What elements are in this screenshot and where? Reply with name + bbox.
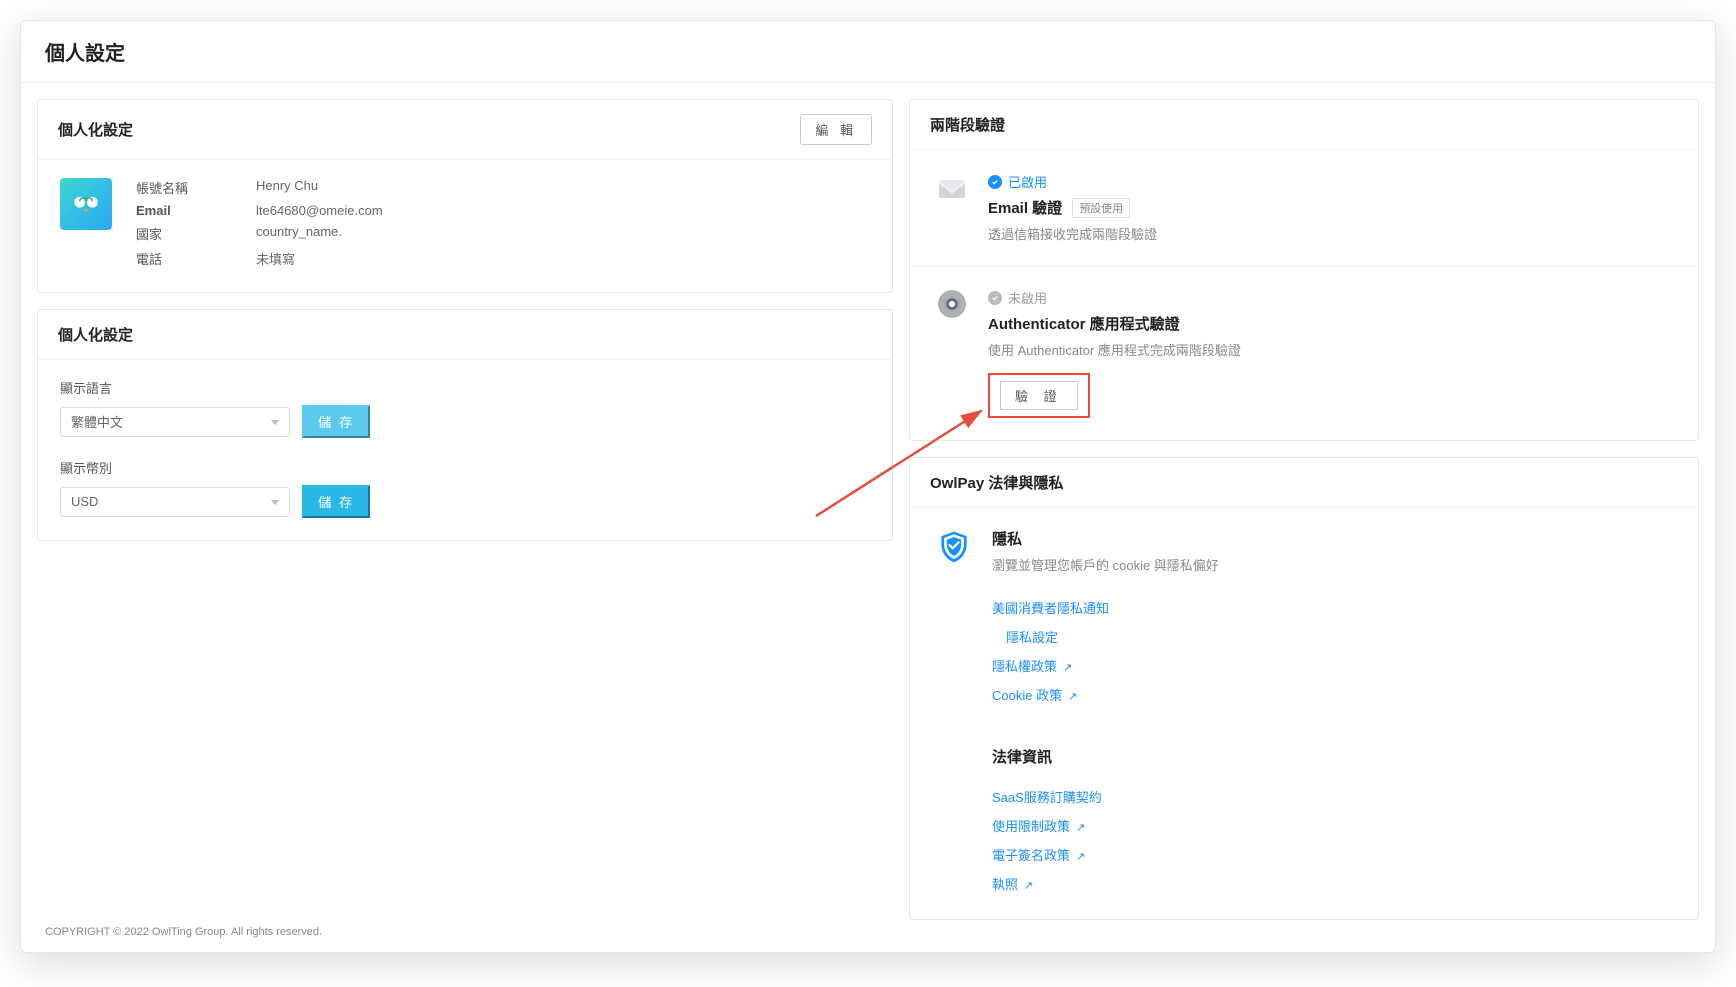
link-privacy-policy[interactable]: 隱私權政策↗ [992, 656, 1672, 675]
authenticator-icon [936, 288, 968, 320]
language-label: 顯示語言 [60, 378, 870, 397]
value-account-name: Henry Chu [256, 178, 318, 197]
currency-select[interactable]: USD [60, 487, 290, 517]
currency-label: 顯示幣別 [60, 458, 870, 477]
value-email: lte64680@omeie.com [256, 203, 383, 218]
save-currency-button[interactable]: 儲 存 [302, 485, 370, 518]
label-phone: 電話 [136, 249, 216, 268]
legal-privacy-card: OwlPay 法律與隱私 隱私 瀏覽並管理您帳戶的 cookie 與隱私偏好 美… [909, 457, 1699, 920]
external-link-icon: ↗ [1068, 691, 1077, 703]
page-title: 個人設定 [45, 37, 1691, 66]
privacy-desc: 瀏覽並管理您帳戶的 cookie 與隱私偏好 [992, 555, 1219, 574]
personal-card-title: 個人化設定 [58, 119, 133, 140]
twofa-email-item: 已啟用 Email 驗證 預設使用 透過信箱接收完成兩階段驗證 [910, 150, 1698, 266]
check-circle-icon [988, 291, 1002, 305]
shield-check-icon [936, 528, 972, 564]
check-circle-icon [988, 175, 1002, 189]
personal-info-card: 個人化設定 編 輯 [37, 99, 893, 293]
label-email: Email [136, 203, 216, 218]
save-language-button[interactable]: 儲 存 [302, 405, 370, 438]
legal-info-heading: 法律資訊 [992, 746, 1672, 767]
external-link-icon: ↗ [1024, 880, 1033, 892]
legal-card-title: OwlPay 法律與隱私 [930, 472, 1063, 493]
link-esign-policy[interactable]: 電子簽名政策↗ [992, 845, 1672, 864]
external-link-icon: ↗ [1076, 822, 1085, 834]
link-cookie-policy[interactable]: Cookie 政策↗ [992, 685, 1672, 704]
twofa-authenticator-desc: 使用 Authenticator 應用程式完成兩階段驗證 [988, 340, 1672, 359]
value-phone: 未填寫 [256, 249, 295, 268]
external-link-icon: ↗ [1063, 662, 1072, 674]
link-usage-policy[interactable]: 使用限制政策↗ [992, 816, 1672, 835]
display-card-title: 個人化設定 [58, 324, 133, 345]
twofa-authenticator-item: 未啟用 Authenticator 應用程式驗證 使用 Authenticato… [910, 266, 1698, 440]
link-license[interactable]: 執照↗ [992, 874, 1672, 893]
twofa-card: 兩階段驗證 已啟用 Email 驗證 預設使用 [909, 99, 1699, 441]
label-account-name: 帳號名稱 [136, 178, 216, 197]
twofa-email-title: Email 驗證 [988, 197, 1062, 218]
twofa-email-desc: 透過信箱接收完成兩階段驗證 [988, 224, 1672, 243]
email-status-text: 已啟用 [1008, 172, 1047, 191]
authenticator-status-text: 未啟用 [1008, 288, 1047, 307]
default-badge: 預設使用 [1072, 198, 1130, 218]
link-saas-contract[interactable]: SaaS服務訂購契約 [992, 787, 1672, 806]
owl-avatar-icon [68, 186, 104, 222]
edit-button[interactable]: 編 輯 [800, 114, 872, 145]
label-country: 國家 [136, 224, 216, 243]
verify-highlight-box: 驗 證 [988, 373, 1090, 418]
verify-button[interactable]: 驗 證 [1000, 381, 1078, 410]
avatar [60, 178, 112, 230]
copyright-footer: COPYRIGHT © 2022 OwlTing Group. All righ… [45, 926, 322, 938]
language-select[interactable]: 繁體中文 [60, 407, 290, 437]
twofa-authenticator-title: Authenticator 應用程式驗證 [988, 313, 1180, 334]
value-country: country_name. [256, 224, 342, 243]
privacy-heading: 隱私 [992, 528, 1219, 549]
twofa-card-title: 兩階段驗證 [930, 114, 1005, 135]
link-privacy-settings[interactable]: 隱私設定 [992, 627, 1672, 646]
display-settings-card: 個人化設定 顯示語言 繁體中文 儲 存 顯示幣別 USD 儲 存 [37, 309, 893, 541]
mail-icon [936, 172, 968, 204]
link-ccpa[interactable]: 美國消費者隱私通知 [992, 598, 1672, 617]
external-link-icon: ↗ [1076, 851, 1085, 863]
